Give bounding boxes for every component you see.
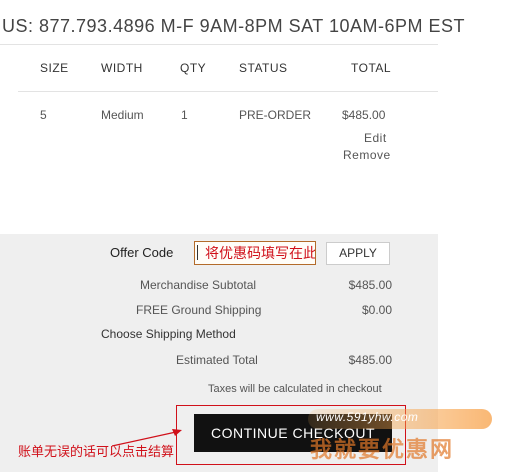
offer-code-input[interactable] (194, 241, 316, 265)
merch-subtotal-value: $485.00 (348, 278, 392, 292)
annotation-text: 账单无误的话可以点击结算 (18, 444, 175, 459)
edit-link[interactable]: Edit (364, 131, 387, 145)
offer-code-label: Offer Code (110, 245, 174, 260)
col-qty-header: QTY (180, 61, 207, 75)
watermark-url: www.591yhw.com (316, 410, 419, 424)
item-total: $485.00 (342, 108, 386, 122)
col-status-header: STATUS (239, 61, 288, 75)
item-width: Medium (101, 108, 144, 122)
col-total-header: TOTAL (351, 61, 392, 75)
support-phone-hours: US: 877.793.4896 M-F 9AM-8PM SAT 10AM-6P… (2, 16, 465, 36)
table-divider (18, 91, 438, 92)
item-qty: 1 (181, 108, 188, 122)
shipping-label: FREE Ground Shipping (136, 303, 262, 317)
estimated-total-label: Estimated Total (176, 353, 258, 367)
watermark-logo-text: 我就要优惠网 (310, 437, 455, 462)
merch-subtotal-label: Merchandise Subtotal (140, 278, 257, 292)
remove-link[interactable]: Remove (343, 148, 391, 162)
apply-button[interactable]: APPLY (326, 242, 390, 265)
choose-shipping-link[interactable]: Choose Shipping Method (101, 327, 236, 341)
col-width-header: WIDTH (101, 61, 143, 75)
shipping-value: $0.00 (361, 303, 392, 317)
text-cursor (197, 245, 198, 260)
estimated-total-value: $485.00 (348, 353, 392, 367)
item-status: PRE-ORDER (239, 108, 312, 122)
header-divider (0, 44, 438, 45)
taxes-note: Taxes will be calculated in checkout (208, 383, 382, 395)
col-size-header: SIZE (40, 61, 69, 75)
item-size: 5 (40, 108, 47, 122)
